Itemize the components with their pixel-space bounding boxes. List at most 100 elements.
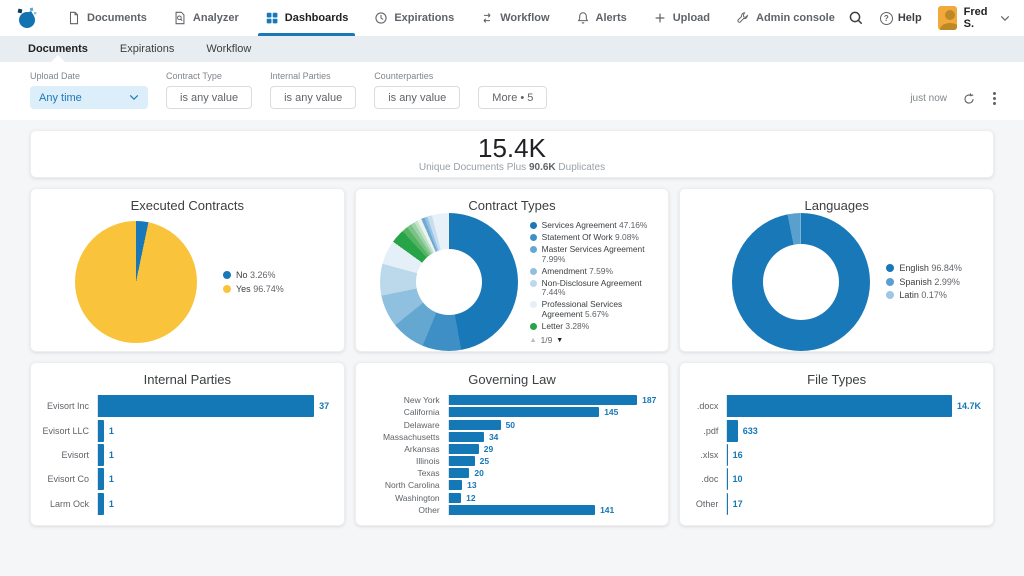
bar-value-label: 25 [480,456,489,466]
filter-button-counterparties[interactable]: is any value [374,86,460,109]
legend-item-yes[interactable]: Yes 96.74% [223,284,284,295]
legend-swatch [530,246,537,253]
legend-item-non-disclosure-agreement[interactable]: Non-Disclosure Agreement 7.44% [530,279,650,299]
bar-track: 145 [448,407,657,417]
bar-track: 10 [726,468,981,490]
bar[interactable] [449,480,462,490]
subtab-documents[interactable]: Documents [16,36,100,62]
filter-button-internal-parties[interactable]: is any value [270,86,356,109]
nav-item-label: Admin console [756,12,835,24]
avatar [938,6,957,30]
contract-types-donut[interactable] [380,213,518,351]
page-indicator: 1/9 [541,335,553,345]
legend-item-no[interactable]: No 3.26% [223,270,284,281]
bar[interactable] [449,493,461,503]
bar-category-label: Evisort LLC [39,426,97,436]
bar[interactable] [449,444,479,454]
bar[interactable] [727,395,952,417]
bar[interactable] [449,395,637,405]
bar[interactable] [449,407,600,417]
bar-value-label: 145 [604,407,618,417]
bar[interactable] [98,493,104,515]
bar-track: 1 [97,493,332,515]
analyzer-icon [173,11,187,25]
languages-donut[interactable] [732,213,870,351]
refresh-icon[interactable] [962,92,976,106]
filter-label: Upload Date [30,71,148,81]
nav-item-analyzer[interactable]: Analyzer [160,0,252,36]
executed-contracts-pie[interactable] [75,221,197,343]
filter-group-contract-type: Contract Typeis any value [166,71,252,109]
filter-dropdown-upload-date[interactable]: Any time [30,86,148,109]
nav-item-expirations[interactable]: Expirations [361,0,467,36]
legend-item-letter[interactable]: Letter 3.28% [530,322,650,332]
bar-row-evisort-co: Evisort Co1 [39,468,332,490]
bar-track: 34 [448,432,657,442]
bar-value-label: 12 [466,493,475,503]
summary-suffix: Duplicates [556,162,605,173]
languages-card: Languages English 96.84% Spanish 2.99% Lat… [679,188,994,352]
bar[interactable] [98,420,104,442]
alerts-icon [576,11,590,25]
bar-value-label: 29 [484,444,493,454]
legend-item-services-agreement[interactable]: Services Agreement 47.16% [530,221,650,231]
bar[interactable] [449,456,475,466]
page-down-icon[interactable]: ▼ [556,337,563,344]
legend-item-professional-services-agreement[interactable]: Professional Services Agreement 5.67% [530,300,650,320]
bar-category-label: Other [364,505,448,515]
filter-button-contract-type[interactable]: is any value [166,86,252,109]
chevron-down-icon [129,94,139,101]
legend-item-spanish[interactable]: Spanish 2.99% [886,277,962,288]
nav-item-label: Workflow [500,12,549,24]
user-menu[interactable]: Fred S. [938,6,1010,30]
main-nav: DocumentsAnalyzerDashboardsExpirations Wo… [54,0,848,36]
nav-item-alerts[interactable]: Alerts [563,0,640,36]
bar[interactable] [98,444,104,466]
legend-item-latin[interactable]: Latin 0.17% [886,290,962,301]
bar[interactable] [449,420,501,430]
contract-types-card: Contract Types Services Agreement 47.16%… [355,188,670,352]
nav-item-dashboards[interactable]: Dashboards [252,0,362,36]
legend-item-statement-of-work[interactable]: Statement Of Work 9.08% [530,233,650,243]
last-updated-label: just now [910,93,947,104]
legend-item-master-services-agreement[interactable]: Master Services Agreement 7.99% [530,245,650,265]
bar[interactable] [449,505,595,515]
page-up-icon[interactable]: ▲ [530,337,537,344]
kebab-menu-icon[interactable] [991,90,998,107]
nav-item-workflow[interactable]: Workflow [467,0,562,36]
search-icon[interactable] [848,10,864,26]
help-button[interactable]: ? Help [880,12,922,25]
chart-title: Executed Contracts [31,198,344,213]
contract-types-legend: Services Agreement 47.16% Statement Of Wo… [530,221,650,345]
filter-groups: Upload Date Any time Contract Typeis any v… [30,71,994,109]
bar-row-illinois: Illinois25 [364,456,657,466]
bar[interactable] [98,468,104,490]
bar[interactable] [98,395,314,417]
bar-row-larm-ock: Larm Ock1 [39,493,332,515]
bar[interactable] [727,420,737,442]
legend-swatch [223,285,231,293]
legend-text: Services Agreement 47.16% [542,221,648,231]
bar-track: 37 [97,395,332,417]
chart-title: Languages [680,198,993,213]
bar-category-label: North Carolina [364,480,448,490]
bar[interactable] [449,432,484,442]
subtab-expirations[interactable]: Expirations [108,36,186,62]
legend-item-amendment[interactable]: Amendment 7.59% [530,267,650,277]
nav-item-documents[interactable]: Documents [54,0,160,36]
chart-title: Contract Types [356,198,669,213]
bar-value-label: 1 [109,499,114,509]
more-filters-button[interactable]: More • 5 [478,86,547,109]
user-name: Fred S. [964,6,993,30]
legend-item-english[interactable]: English 96.84% [886,263,962,274]
bar-row--doc: .doc10 [688,468,981,490]
subtab-workflow[interactable]: Workflow [194,36,263,62]
bar-track: 16 [726,444,981,466]
bar[interactable] [449,468,470,478]
internal-parties-card: Internal Parties Evisort Inc37Evisort LL… [30,362,345,526]
bar-row-new-york: New York187 [364,395,657,405]
nav-item-upload[interactable]: Upload [640,0,723,36]
nav-item-admin-console[interactable]: Admin console [723,0,848,36]
bar-track: 12 [448,493,657,503]
evisort-logo [14,5,40,31]
